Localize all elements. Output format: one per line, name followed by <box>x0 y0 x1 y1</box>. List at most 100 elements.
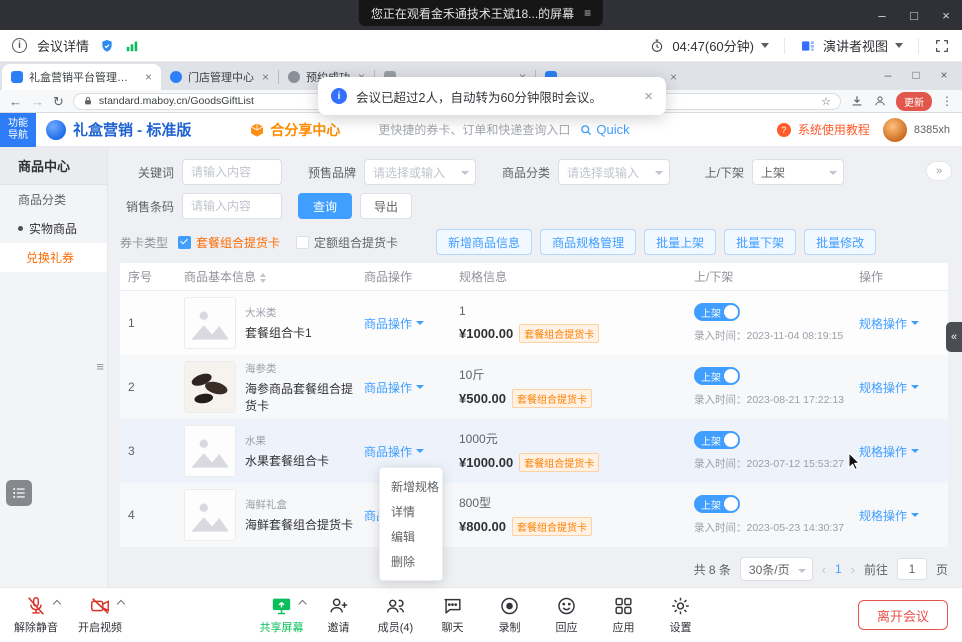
chat-button[interactable]: 聊天 <box>425 595 481 635</box>
bookmark-star-icon[interactable]: ☆ <box>821 95 831 108</box>
add-product-button[interactable]: 新增商品信息 <box>436 229 532 255</box>
forward-icon[interactable]: → <box>31 95 44 108</box>
tutorial-link[interactable]: 系统使用教程 <box>798 121 870 138</box>
app-title: 礼盒营销 - 标准版 <box>73 119 191 140</box>
barcode-input[interactable] <box>182 193 282 219</box>
security-shield-icon[interactable] <box>99 38 115 54</box>
menu-item-edit[interactable]: 编辑 <box>380 524 442 549</box>
lock-icon <box>83 96 93 106</box>
sidebar-item-physical-goods[interactable]: 实物商品 <box>0 214 107 243</box>
banner-close-icon[interactable]: × <box>644 88 653 105</box>
profile-icon[interactable] <box>873 94 887 108</box>
minimize-button[interactable]: – <box>866 0 898 30</box>
settings-button[interactable]: 设置 <box>653 595 709 635</box>
tab-close-icon[interactable]: × <box>670 70 677 84</box>
checkbox-combo-card[interactable]: 套餐组合提货卡 <box>178 234 280 251</box>
menu-item-add-spec[interactable]: 新增规格 <box>380 474 442 499</box>
batch-edit-button[interactable]: 批量修改 <box>804 229 876 255</box>
checkbox-fixed-card[interactable]: 定额组合提货卡 <box>296 234 398 251</box>
invite-button[interactable]: 邀请 <box>311 595 367 635</box>
checkbox-checked-icon[interactable] <box>178 236 191 249</box>
apps-button[interactable]: 应用 <box>596 595 652 635</box>
batch-on-shelf-button[interactable]: 批量上架 <box>644 229 716 255</box>
brand-select[interactable]: 请选择或输入 <box>364 159 476 185</box>
chevron-down-icon <box>911 449 919 453</box>
search-button[interactable]: 查询 <box>298 193 352 219</box>
start-video-button[interactable]: 开启视频 <box>72 595 128 635</box>
spec-actions-link[interactable]: 规格操作 <box>859 315 919 332</box>
menu-item-delete[interactable]: 删除 <box>380 549 442 574</box>
tab-close-icon[interactable]: × <box>145 70 152 84</box>
product-actions-link[interactable]: 商品操作 <box>364 379 424 396</box>
back-icon[interactable]: ← <box>9 95 22 108</box>
goto-page-input[interactable] <box>897 558 927 580</box>
browser-minimize-button[interactable]: – <box>874 62 902 88</box>
sidebar-collapse-icon[interactable]: ≡ <box>96 359 104 374</box>
page-size-select[interactable]: 30条/页 <box>740 557 813 581</box>
spec-manage-button[interactable]: 商品规格管理 <box>540 229 636 255</box>
network-signal-icon[interactable] <box>125 39 139 53</box>
export-button[interactable]: 导出 <box>360 193 412 219</box>
card-type-badge: 套餐组合提货卡 <box>519 324 599 343</box>
banner-menu-icon[interactable]: ≡ <box>584 6 591 20</box>
timer-chevron-down-icon[interactable] <box>761 43 769 48</box>
share-center-link[interactable]: 合分享中心 <box>249 120 340 140</box>
shelf-toggle[interactable]: 上架 <box>694 367 740 385</box>
info-icon[interactable]: i <box>12 38 27 53</box>
browser-close-button[interactable]: × <box>930 62 958 88</box>
unmute-button[interactable]: 解除静音 <box>8 595 64 635</box>
product-actions-link[interactable]: 商品操作 <box>364 443 424 460</box>
browser-tab-active[interactable]: 礼盒营销平台管理中… × <box>2 64 161 90</box>
leave-meeting-button[interactable]: 离开会议 <box>858 600 948 630</box>
checkbox-unchecked-icon[interactable] <box>296 236 309 249</box>
share-screen-button[interactable]: 共享屏幕 <box>254 595 310 635</box>
meeting-screen-share-window: 您正在观看金禾通技术王斌18...的屏幕 ≡ – □ × i 会议详情 04:4… <box>0 0 962 642</box>
close-button[interactable]: × <box>930 0 962 30</box>
sidebar-item-goods-category[interactable]: 商品分类 <box>0 185 107 214</box>
prev-page-icon[interactable]: ‹ <box>822 562 826 577</box>
chevron-up-icon[interactable] <box>298 600 306 608</box>
view-mode-label[interactable]: 演讲者视图 <box>823 36 888 55</box>
timer-icon <box>649 38 665 54</box>
shelf-select[interactable]: 上架 <box>752 159 844 185</box>
reactions-button[interactable]: 回应 <box>539 595 595 635</box>
browser-tab[interactable]: 门店管理中心 × <box>161 64 278 90</box>
spec-actions-link[interactable]: 规格操作 <box>859 443 919 460</box>
chevron-up-icon[interactable] <box>53 600 61 608</box>
browser-maximize-button[interactable]: □ <box>902 62 930 88</box>
meeting-timer[interactable]: 04:47(60分钟) <box>672 36 754 55</box>
members-button[interactable]: 成员(4) <box>368 595 424 635</box>
quick-search-link[interactable]: Quick <box>580 122 629 137</box>
keyword-input[interactable] <box>182 159 282 185</box>
refresh-icon[interactable]: ↻ <box>53 95 64 108</box>
sidebar-title[interactable]: 商品中心 <box>0 147 107 185</box>
shelf-toggle[interactable]: 上架 <box>694 303 740 321</box>
category-select[interactable]: 请选择或输入 <box>558 159 670 185</box>
batch-off-shelf-button[interactable]: 批量下架 <box>724 229 796 255</box>
fullscreen-icon[interactable] <box>934 38 950 54</box>
tab-close-icon[interactable]: × <box>262 70 269 84</box>
shelf-toggle[interactable]: 上架 <box>694 495 740 513</box>
spec-actions-link[interactable]: 规格操作 <box>859 379 919 396</box>
meeting-details-label[interactable]: 会议详情 <box>37 36 89 55</box>
user-avatar[interactable] <box>883 118 907 142</box>
floating-list-button[interactable] <box>6 480 32 506</box>
sidebar-item-gift-coupon[interactable]: 兑换礼券 <box>0 243 107 272</box>
chevron-up-icon[interactable] <box>117 600 125 608</box>
next-page-icon[interactable]: › <box>851 562 855 577</box>
spec-actions-link[interactable]: 规格操作 <box>859 507 919 524</box>
browser-update-button[interactable]: 更新 <box>896 92 932 111</box>
collapse-filters-button[interactable]: » <box>926 161 952 181</box>
function-nav-button[interactable]: 功能导航 <box>0 113 36 147</box>
sort-icon[interactable] <box>260 273 266 283</box>
menu-item-details[interactable]: 详情 <box>380 499 442 524</box>
download-icon[interactable] <box>850 94 864 108</box>
view-chevron-down-icon[interactable] <box>895 43 903 48</box>
record-button[interactable]: 录制 <box>482 595 538 635</box>
right-panel-collapse-handle[interactable]: « <box>946 322 962 352</box>
maximize-button[interactable]: □ <box>898 0 930 30</box>
shelf-toggle[interactable]: 上架 <box>694 431 740 449</box>
browser-menu-icon[interactable]: ⋮ <box>941 94 953 108</box>
current-page[interactable]: 1 <box>835 562 842 576</box>
product-actions-link[interactable]: 商品操作 <box>364 315 424 332</box>
